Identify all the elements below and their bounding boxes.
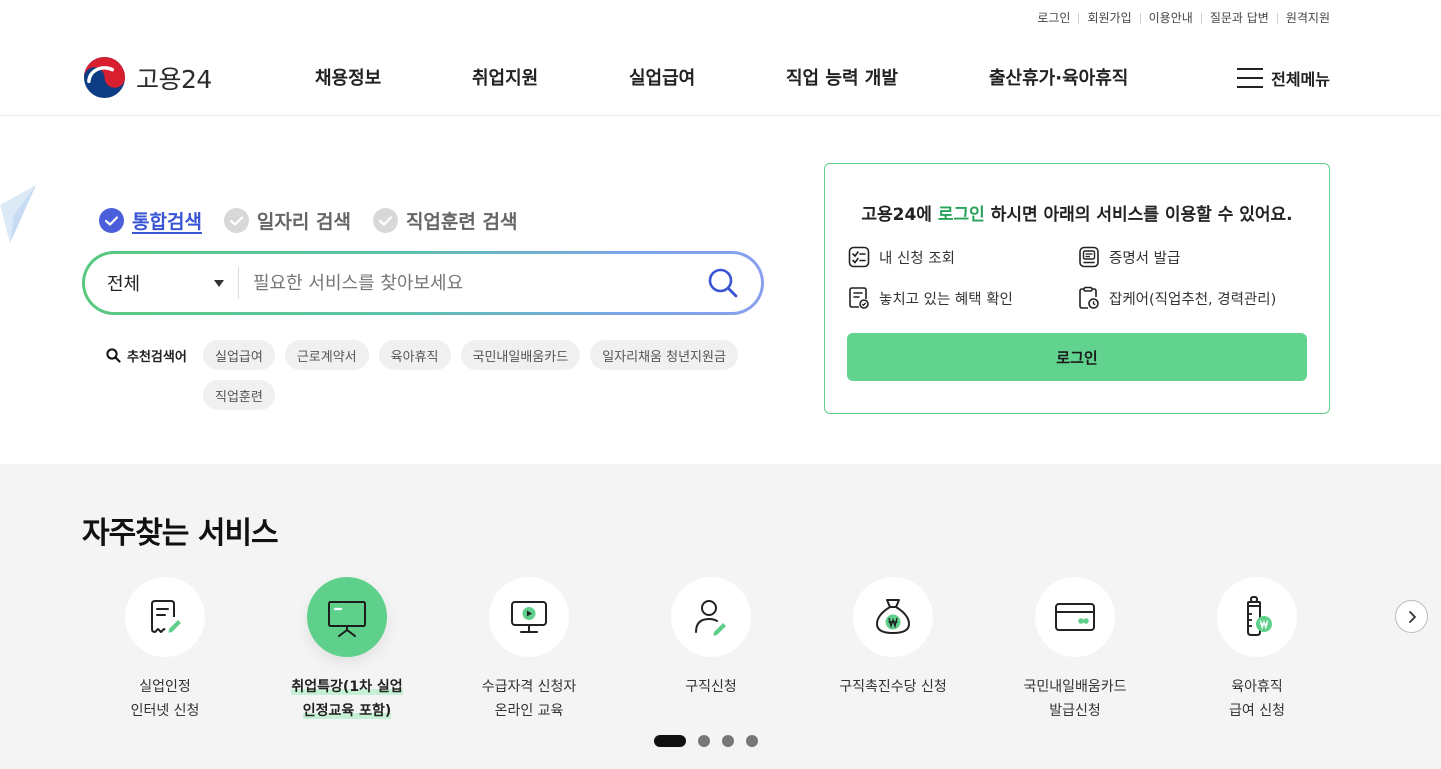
search-category-select[interactable]: 전체 — [85, 267, 239, 299]
logo-text: 고용24 — [136, 64, 212, 94]
nav-item-unemployment-benefit[interactable]: 실업급여 — [629, 64, 695, 90]
search-button[interactable] — [703, 263, 743, 303]
site-header: 고용24 채용정보 취업지원 실업급여 직업 능력 개발 출산휴가·육아휴직 전… — [0, 40, 1441, 116]
nav-item-jobs[interactable]: 채용정보 — [315, 64, 381, 90]
check-icon — [223, 208, 249, 233]
service-job-application[interactable]: 구직신청 — [620, 577, 802, 699]
pagination-dot[interactable] — [746, 735, 758, 747]
checklist-icon — [848, 246, 870, 268]
pagination-dot[interactable] — [698, 735, 710, 747]
all-menu-button[interactable]: 전체메뉴 — [1237, 66, 1330, 90]
search-bar: 전체 — [82, 251, 764, 315]
frequent-services-section: 자주찾는 서비스 실업인정 인터넷 신청 취업특강(1차 실업 인정교육 포함)… — [0, 464, 1441, 769]
utility-nav: 로그인 회원가입 이용안내 질문과 답변 원격지원 — [1029, 10, 1330, 26]
login-card-title: 고용24에 로그인 하시면 아래의 서비스를 이용할 수 있어요. — [861, 205, 1293, 225]
service-unemployment-recognition[interactable]: 실업인정 인터넷 신청 — [74, 577, 256, 723]
keyword-chips: 실업급여 근로계약서 육아휴직 국민내일배움카드 일자리채움 청년지원금 직업훈… — [203, 340, 763, 410]
document-pen-icon — [151, 600, 181, 633]
util-remote-link[interactable]: 원격지원 — [1278, 10, 1330, 26]
tab-job-search[interactable]: 일자리 검색 — [223, 207, 351, 234]
search-icon — [708, 268, 738, 298]
util-qna-link[interactable]: 질문과 답변 — [1202, 10, 1277, 26]
service-missed-benefits[interactable]: 놓치고 있는 혜택 확인 — [848, 286, 1013, 310]
service-certificate[interactable]: 증명서 발급 — [1078, 246, 1180, 268]
search-category-value: 전체 — [107, 274, 141, 295]
caret-down-icon — [214, 279, 224, 287]
service-my-applications[interactable]: 내 신청 조회 — [848, 246, 955, 268]
check-icon — [99, 208, 124, 233]
chevron-right-icon — [1408, 610, 1416, 623]
baby-bottle-icon — [1247, 596, 1272, 636]
money-bag-icon — [875, 599, 911, 635]
carousel-pagination — [654, 735, 758, 747]
service-learning-card[interactable]: 국민내일배움카드 발급신청 — [984, 577, 1166, 723]
taegeuk-logo-icon — [83, 56, 126, 99]
keyword-chip[interactable]: 직업훈련 — [203, 380, 275, 410]
nav-item-parental-leave[interactable]: 출산휴가·육아휴직 — [989, 64, 1128, 90]
hamburger-icon — [1237, 68, 1264, 88]
service-job-care[interactable]: 잡케어(직업추천, 경력관리) — [1078, 286, 1276, 310]
presentation-board-icon — [328, 601, 366, 637]
tab-label: 직업훈련 검색 — [405, 211, 518, 233]
pagination-dot[interactable] — [722, 735, 734, 747]
card-icon — [1055, 603, 1095, 631]
util-guide-link[interactable]: 이용안내 — [1141, 10, 1201, 26]
util-login-link[interactable]: 로그인 — [1029, 10, 1078, 26]
nav-item-employment-support[interactable]: 취업지원 — [472, 64, 538, 90]
service-employment-lecture[interactable]: 취업특강(1차 실업 인정교육 포함) — [256, 577, 438, 723]
check-icon — [372, 208, 398, 233]
document-search-icon — [849, 287, 869, 309]
video-monitor-icon — [511, 601, 547, 633]
tab-label: 통합검색 — [132, 211, 202, 233]
tab-integrated-search[interactable]: 통합검색 — [99, 207, 202, 234]
section-title: 자주찾는 서비스 — [82, 516, 279, 551]
tab-label: 일자리 검색 — [256, 211, 351, 233]
keyword-chip[interactable]: 육아휴직 — [378, 340, 451, 370]
site-logo[interactable]: 고용24 — [83, 56, 212, 99]
search-type-tabs: 통합검색 일자리 검색 직업훈련 검색 — [99, 207, 517, 234]
clipboard-clock-icon — [1079, 286, 1099, 309]
login-highlight: 로그인 — [937, 205, 985, 225]
search-input[interactable] — [239, 272, 703, 294]
all-menu-label: 전체메뉴 — [1271, 70, 1330, 89]
recommended-label: 추천검색어 — [106, 346, 187, 365]
login-button[interactable]: 로그인 — [847, 333, 1307, 381]
tab-training-search[interactable]: 직업훈련 검색 — [372, 207, 518, 234]
keyword-chip[interactable]: 일자리채움 청년지원금 — [590, 340, 738, 370]
util-signup-link[interactable]: 회원가입 — [1079, 10, 1139, 26]
service-parental-leave-benefit[interactable]: 육아휴직 급여 신청 — [1166, 577, 1348, 723]
carousel-next-button[interactable] — [1395, 600, 1428, 633]
keyword-chip[interactable]: 국민내일배움카드 — [460, 340, 581, 370]
paper-plane-icon — [0, 185, 36, 243]
nav-item-skill-development[interactable]: 직업 능력 개발 — [786, 64, 898, 90]
login-card: 고용24에 로그인 하시면 아래의 서비스를 이용할 수 있어요. 내 신청 조… — [824, 163, 1330, 414]
service-job-promotion-allowance[interactable]: 구직촉진수당 신청 — [802, 577, 984, 699]
search-icon — [106, 348, 121, 363]
certificate-icon — [1079, 246, 1099, 268]
keyword-chip[interactable]: 실업급여 — [203, 340, 275, 370]
person-pen-icon — [695, 600, 726, 636]
pagination-dot[interactable] — [654, 735, 686, 747]
keyword-chip[interactable]: 근로계약서 — [284, 340, 369, 370]
service-online-education[interactable]: 수급자격 신청자 온라인 교육 — [438, 577, 620, 723]
